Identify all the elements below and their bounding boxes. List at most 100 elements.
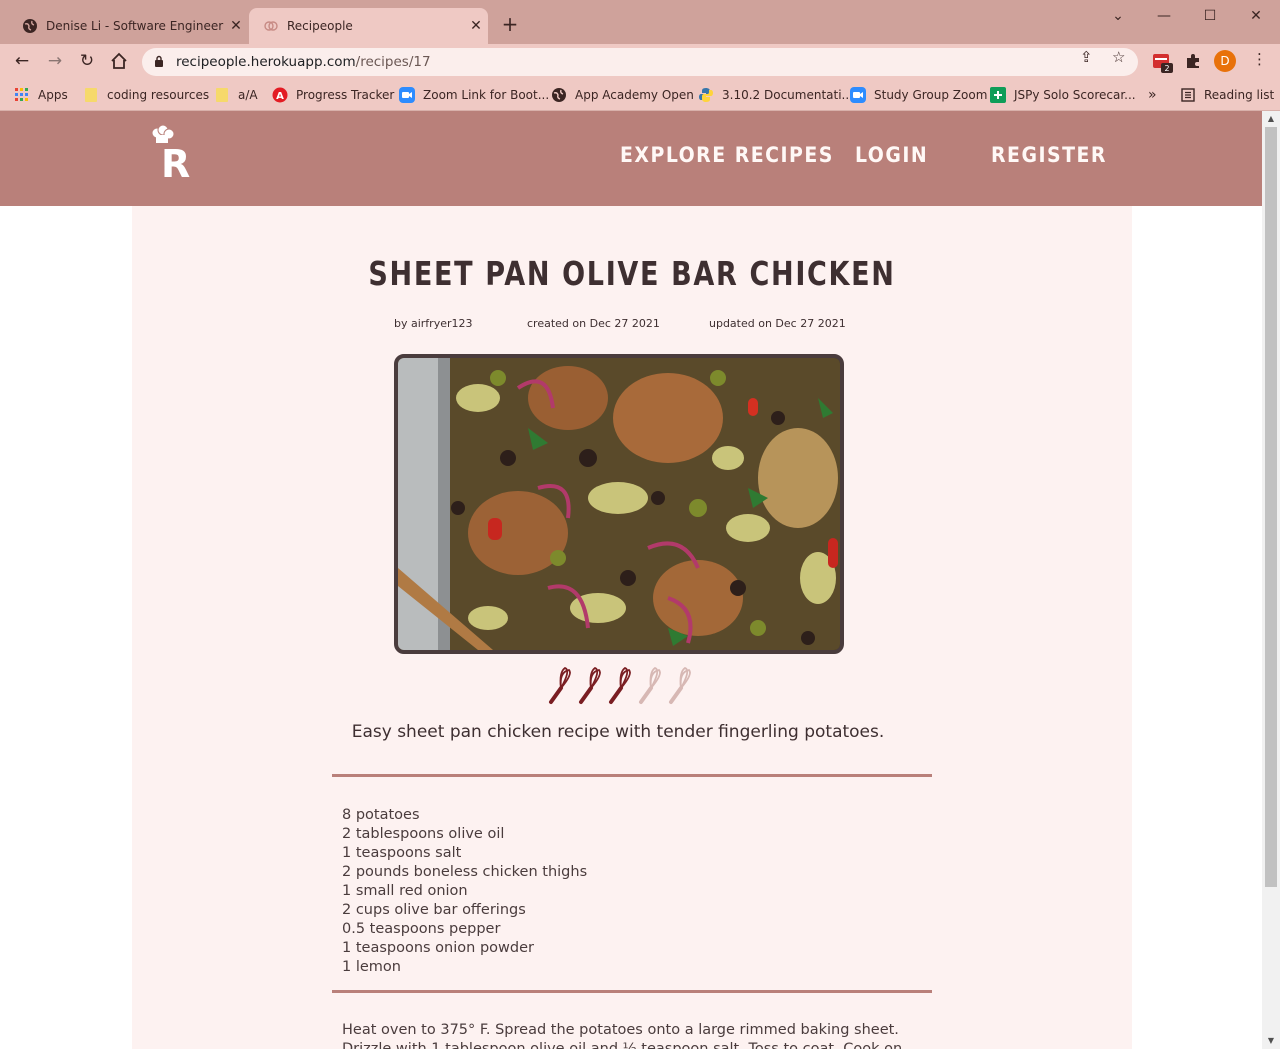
zoom-icon	[399, 87, 415, 103]
bookmark-jspy-scorecard[interactable]: JSPy Solo Scorecar...	[990, 85, 1136, 105]
reading-list-icon	[1180, 87, 1196, 103]
scroll-down-arrow-icon[interactable]: ▼	[1262, 1033, 1280, 1049]
bookmark-aa[interactable]: a/A	[214, 85, 258, 105]
bookmark-app-academy-open[interactable]: App Academy Open	[551, 85, 694, 105]
tab-title: Recipeople	[287, 19, 353, 33]
bookmark-label: coding resources	[107, 88, 210, 102]
address-bar[interactable]: recipeople.herokuapp.com/recipes/17	[142, 48, 1138, 76]
appacademy-icon: A	[272, 87, 288, 103]
ingredients-list: 8 potatoes 2 tablespoons olive oil 1 tea…	[342, 806, 587, 977]
sheets-icon	[990, 87, 1006, 103]
maximize-icon[interactable]: ☐	[1190, 4, 1230, 28]
ingredient-item: 1 teaspoons onion powder	[342, 940, 534, 956]
whisk-icon-empty	[669, 667, 691, 704]
url-host: recipeople.herokuapp.com	[176, 54, 356, 70]
recipe-author: by airfryer123	[394, 317, 473, 330]
ingredient-item: 2 cups olive bar offerings	[342, 902, 526, 918]
recipe-rating	[545, 666, 705, 706]
whisk-icon-filled	[609, 667, 631, 704]
extensions-puzzle-icon[interactable]	[1184, 52, 1204, 72]
ingredient-item: 1 lemon	[342, 959, 401, 975]
browser-menu-icon[interactable]: ⋮	[1252, 50, 1267, 68]
bookmark-coding-resources[interactable]: coding resources	[83, 85, 209, 105]
ingredient-item: 2 pounds boneless chicken thighs	[342, 864, 588, 880]
reading-list-label: Reading list	[1204, 88, 1275, 102]
ingredient-item: 8 potatoes	[342, 807, 420, 823]
extension-badge: 2	[1164, 64, 1169, 73]
back-icon[interactable]: ←	[10, 49, 34, 73]
logo-letter: R	[161, 142, 190, 181]
profile-avatar[interactable]: D	[1214, 50, 1236, 72]
nav-register[interactable]: REGISTER	[991, 143, 1107, 167]
scrollbar-thumb[interactable]	[1265, 127, 1277, 887]
globe-icon	[22, 18, 38, 34]
url-path: /recipes/17	[355, 54, 431, 70]
reading-list-button[interactable]: Reading list	[1180, 85, 1274, 105]
bookmark-star-icon[interactable]: ☆	[1112, 48, 1125, 66]
recipe-title: SHEET PAN OLIVE BAR CHICKEN	[368, 254, 896, 293]
bookmark-label: App Academy Open	[575, 88, 694, 102]
tab-recipeople[interactable]: Recipeople ✕	[249, 8, 488, 44]
page-scrollbar[interactable]: ▲ ▼	[1262, 111, 1280, 1049]
recipe-created-date: created on Dec 27 2021	[527, 317, 660, 330]
recipe-updated-date: updated on Dec 27 2021	[709, 317, 846, 330]
tab-denise-li[interactable]: Denise Li - Software Engineer ✕	[8, 8, 248, 44]
bookmark-label: Progress Tracker	[296, 88, 395, 102]
close-window-icon[interactable]: ✕	[1236, 4, 1276, 28]
bookmark-label: Zoom Link for Boot...	[423, 88, 550, 102]
chef-hat-icon	[151, 124, 175, 143]
bookmark-label: a/A	[238, 88, 258, 102]
browser-tab-strip: Denise Li - Software Engineer ✕ Recipeop…	[0, 0, 1280, 44]
recipe-photo	[394, 354, 844, 654]
more-bookmarks-icon[interactable]: »	[1148, 85, 1157, 105]
forward-icon[interactable]: →	[43, 49, 67, 73]
home-icon[interactable]	[107, 49, 131, 73]
tab-search-icon[interactable]: ⌄	[1098, 4, 1138, 28]
whisk-icon-filled	[579, 667, 601, 704]
calendar-extension-icon[interactable]: 2	[1152, 52, 1173, 73]
bookmark-study-group-zoom[interactable]: Study Group Zoom	[850, 85, 987, 105]
recipe-description: Easy sheet pan chicken recipe with tende…	[351, 722, 885, 742]
divider	[332, 774, 932, 777]
folder-icon	[214, 87, 230, 103]
close-tab-icon[interactable]: ✕	[224, 18, 248, 34]
bookmark-progress-tracker[interactable]: A Progress Tracker	[272, 85, 394, 105]
bookmark-python-docs[interactable]: 3.10.2 Documentati...	[698, 85, 853, 105]
new-tab-icon[interactable]: +	[498, 12, 522, 36]
python-icon	[698, 87, 714, 103]
ingredient-item: 0.5 teaspoons pepper	[342, 921, 501, 937]
close-tab-icon[interactable]: ✕	[464, 18, 488, 34]
ingredient-item: 1 small red onion	[342, 883, 468, 899]
page-viewport: R EXPLORE RECIPES LOGIN REGISTER SHEET P…	[0, 111, 1262, 1049]
nav-explore-recipes[interactable]: EXPLORE RECIPES	[620, 143, 834, 167]
bookmark-zoom-link[interactable]: Zoom Link for Boot...	[399, 85, 549, 105]
site-logo[interactable]: R	[148, 124, 194, 186]
browser-toolbar: ← → ↻ recipeople.herokuapp.com/recipes/1…	[0, 44, 1280, 79]
globe-icon	[551, 87, 567, 103]
minimize-icon[interactable]: —	[1144, 4, 1184, 28]
tab-title: Denise Li - Software Engineer	[46, 19, 224, 33]
divider	[332, 990, 932, 993]
recipe-card: SHEET PAN OLIVE BAR CHICKEN by airfryer1…	[132, 206, 1132, 1049]
zoom-icon	[850, 87, 866, 103]
scroll-up-arrow-icon[interactable]: ▲	[1262, 111, 1280, 127]
bookmark-label: Apps	[38, 88, 68, 102]
recipe-directions: Heat oven to 375° F. Spread the potatoes…	[342, 1022, 903, 1049]
site-navbar: R EXPLORE RECIPES LOGIN REGISTER	[0, 111, 1262, 206]
folder-icon	[83, 87, 99, 103]
bookmark-label: Study Group Zoom	[874, 88, 988, 102]
apps-grid-icon	[14, 87, 30, 103]
bookmark-apps[interactable]: Apps	[14, 85, 68, 105]
ingredient-item: 1 teaspoons salt	[342, 845, 462, 861]
ingredient-item: 2 tablespoons olive oil	[342, 826, 505, 842]
whisk-icon-filled	[549, 667, 571, 704]
bookmark-label: 3.10.2 Documentati...	[722, 88, 853, 102]
recipeople-favicon	[263, 18, 279, 34]
nav-login[interactable]: LOGIN	[855, 143, 928, 167]
bookmark-label: JSPy Solo Scorecar...	[1014, 88, 1136, 102]
lock-icon	[154, 55, 168, 70]
share-icon[interactable]: ⇪	[1080, 48, 1093, 66]
whisk-icon-empty	[639, 667, 661, 704]
reload-icon[interactable]: ↻	[75, 49, 99, 73]
bookmarks-bar: Apps coding resources a/A A Progress Tra…	[0, 79, 1280, 111]
